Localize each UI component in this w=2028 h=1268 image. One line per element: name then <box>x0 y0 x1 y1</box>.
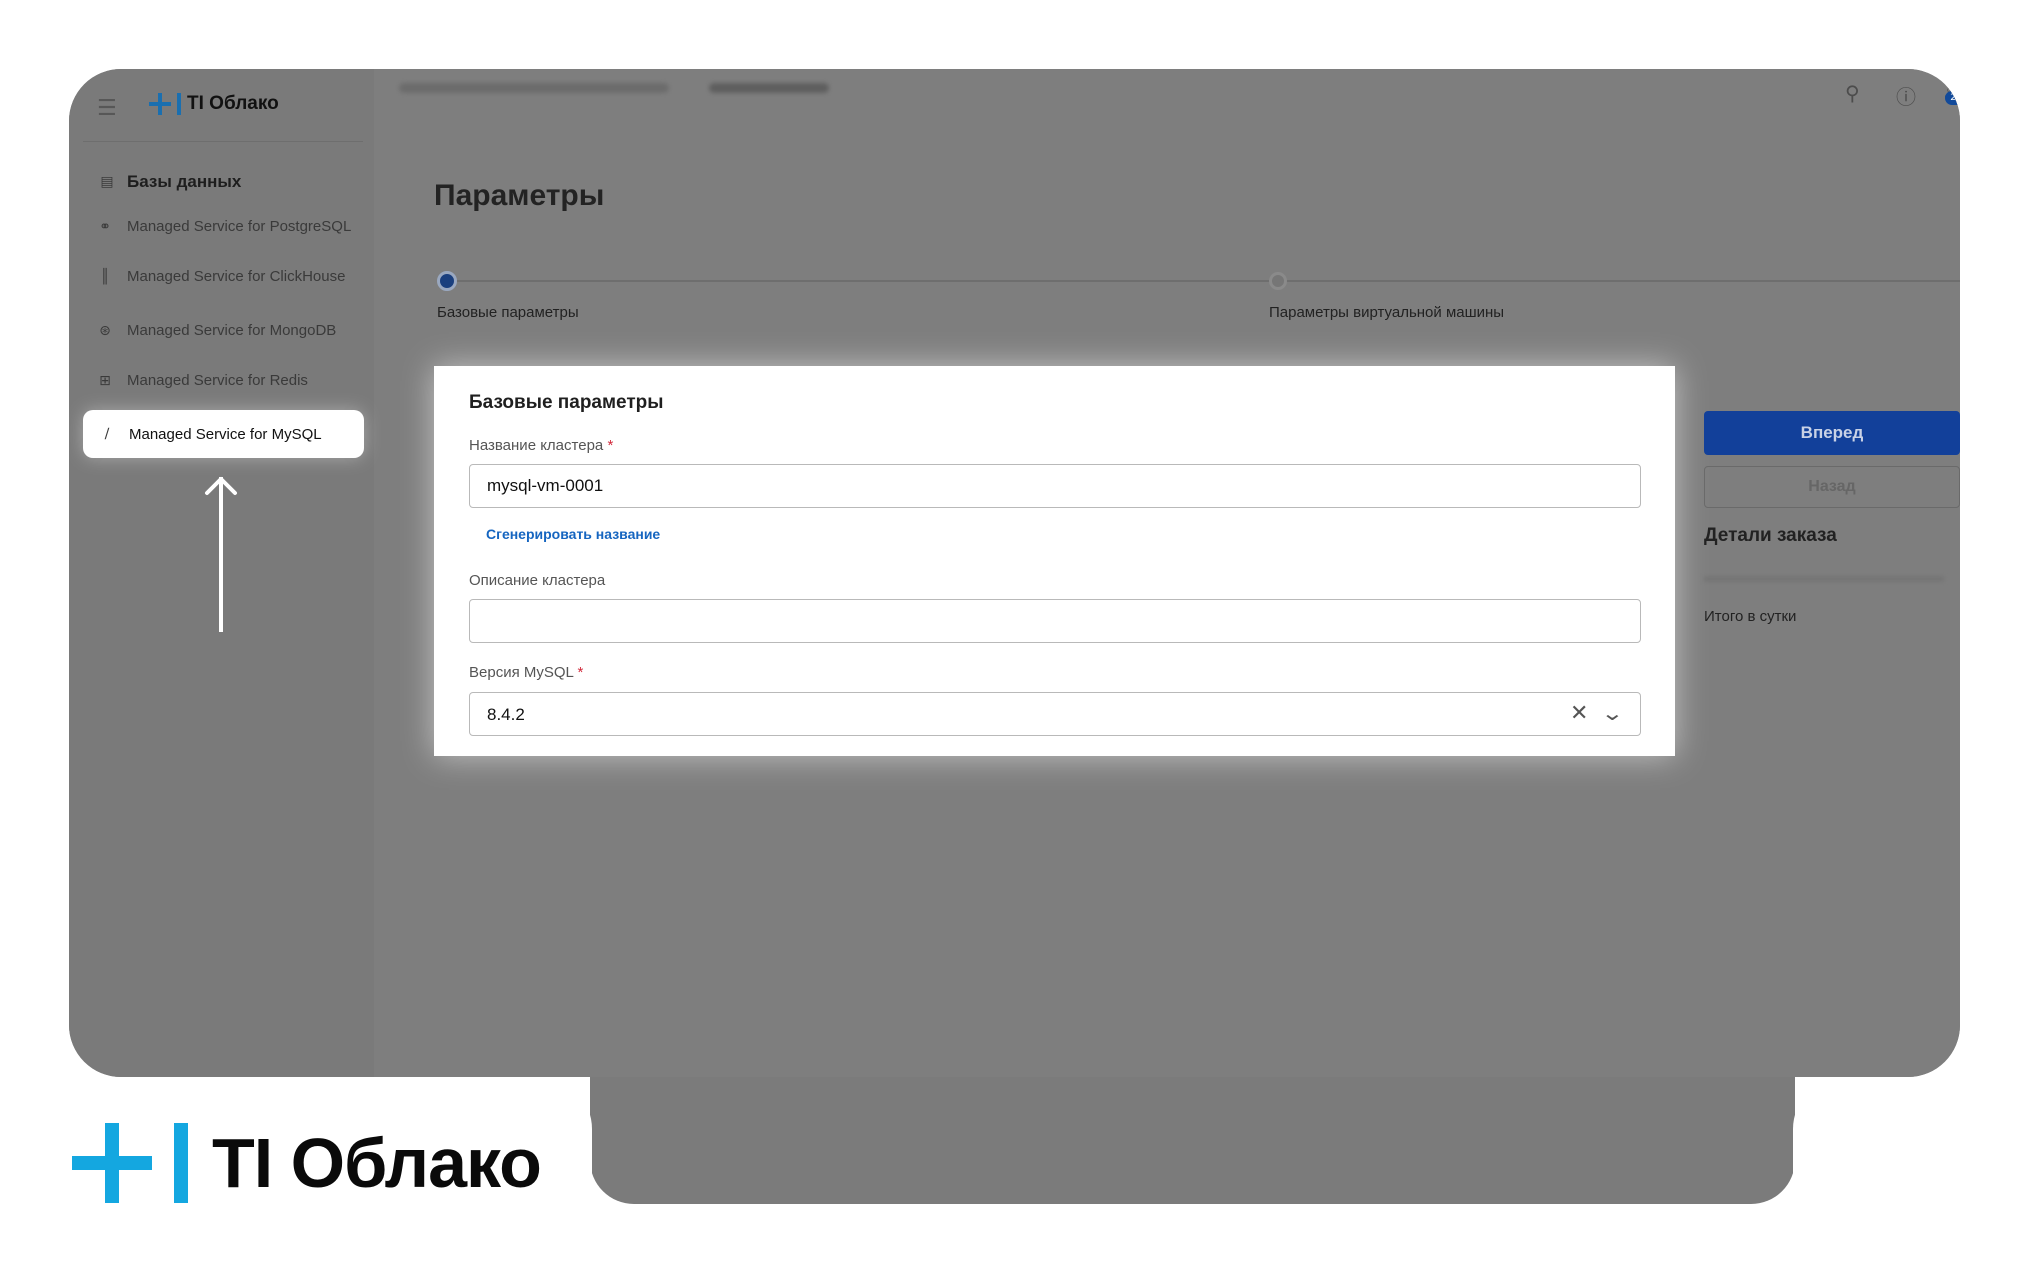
sidebar-item-mongodb[interactable]: ⊛ Managed Service for MongoDB <box>97 321 367 340</box>
logo-text: TI Облако <box>187 93 279 114</box>
sidebar-section-databases[interactable]: ▤ Базы данных <box>99 172 241 192</box>
mysql-version-value: 8.4.2 <box>487 705 525 724</box>
pointer-arrow-icon <box>205 477 237 495</box>
card-title: Базовые параметры <box>469 392 664 413</box>
cluster-name-input[interactable] <box>469 464 1641 508</box>
postgresql-icon: ⚭ <box>99 218 111 235</box>
logo-bar-icon <box>174 1123 188 1203</box>
menu-icon[interactable]: ☰ <box>97 96 117 121</box>
daily-total-label: Итого в сутки <box>1704 608 1797 625</box>
frame-notch-right <box>1793 1077 2028 1268</box>
page-title: Параметры <box>434 179 605 212</box>
mysql-version-label: Версия MySQL * <box>469 664 583 681</box>
sidebar-item-mysql[interactable]: ∕ Managed Service for MySQL <box>83 410 364 458</box>
required-mark: * <box>607 437 614 454</box>
sidebar-item-redis[interactable]: ⊞ Managed Service for Redis <box>97 371 367 390</box>
sidebar-item-label: Managed Service for PostgreSQL <box>127 218 352 235</box>
sidebar-section-label: Базы данных <box>127 172 242 191</box>
notification-badge: 26 <box>1945 91 1960 105</box>
next-button[interactable]: Вперед <box>1704 411 1960 455</box>
step-2-indicator[interactable] <box>1269 272 1287 290</box>
sidebar-item-clickhouse[interactable]: ║ Managed Service for ClickHouse <box>97 267 367 286</box>
search-icon[interactable]: ⚲ <box>1845 81 1860 105</box>
mysql-version-select[interactable]: 8.4.2 ✕ ⌄ <box>469 692 1641 736</box>
blurred-account-info <box>399 83 669 93</box>
cluster-name-label: Название кластера * <box>469 437 613 454</box>
header-logo[interactable]: TI Облако <box>149 93 279 115</box>
app-window: ☰ TI Облако ▤ Базы данных ⚭ Managed Serv… <box>69 69 1960 1077</box>
blurred-phone-info <box>709 83 829 93</box>
logo-plus-icon <box>72 1123 152 1203</box>
cluster-description-label-text: Описание кластера <box>469 572 606 589</box>
redis-icon: ⊞ <box>99 372 111 389</box>
order-details-divider <box>1704 577 1944 581</box>
generate-name-link[interactable]: Сгенерировать название <box>486 526 660 542</box>
cluster-description-input[interactable] <box>469 599 1641 643</box>
sidebar-item-label: Managed Service for Redis <box>127 372 308 389</box>
clickhouse-icon: ║ <box>100 268 110 285</box>
step-1-indicator[interactable] <box>437 271 457 291</box>
order-details-title: Детали заказа <box>1704 525 1837 546</box>
brand-logo: TI Облако <box>72 1123 542 1203</box>
cluster-description-label: Описание кластера <box>469 572 605 589</box>
sidebar-item-label: Managed Service for MongoDB <box>127 322 337 339</box>
info-icon[interactable]: ⓘ <box>1896 81 1916 110</box>
step-1-label: Базовые параметры <box>437 304 579 321</box>
database-icon: ▤ <box>100 174 114 190</box>
chevron-down-icon[interactable]: ⌄ <box>1601 701 1624 725</box>
cluster-name-label-text: Название кластера <box>469 437 604 454</box>
sidebar-item-label: Managed Service for MySQL <box>129 425 322 443</box>
sidebar: ☰ TI Облако ▤ Базы данных ⚭ Managed Serv… <box>69 69 374 1077</box>
screenshot-stage: ☰ TI Облако ▤ Базы данных ⚭ Managed Serv… <box>0 0 2028 1268</box>
step-2-label: Параметры виртуальной машины <box>1269 304 1505 321</box>
mysql-icon: ∕ <box>104 426 110 442</box>
mysql-version-label-text: Версия MySQL <box>469 664 574 681</box>
mongodb-icon: ⊛ <box>99 322 111 339</box>
base-params-card: Базовые параметры Название кластера * Сг… <box>434 366 1675 756</box>
logo-plus-icon <box>149 93 171 115</box>
sidebar-divider <box>83 141 363 142</box>
brand-name: TI Облако <box>212 1124 542 1202</box>
clear-icon[interactable]: ✕ <box>1570 701 1588 726</box>
required-mark: * <box>577 664 584 681</box>
stepper-track <box>452 280 1960 282</box>
logo-bar-icon <box>177 93 181 115</box>
sidebar-item-postgresql[interactable]: ⚭ Managed Service for PostgreSQL <box>97 217 367 236</box>
sidebar-item-label: Managed Service for ClickHouse <box>127 268 346 285</box>
back-button[interactable]: Назад <box>1704 466 1960 508</box>
